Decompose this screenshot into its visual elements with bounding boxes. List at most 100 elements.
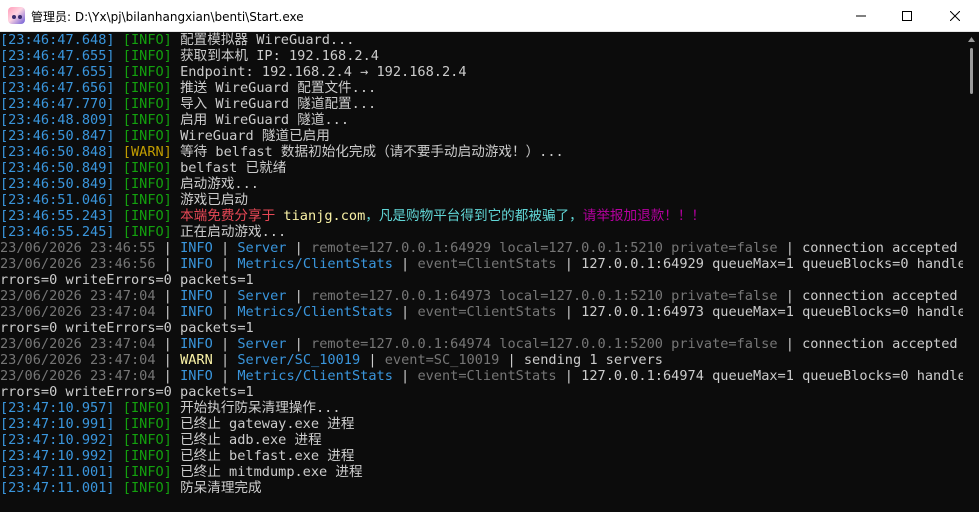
scrollbar-thumb[interactable] [970, 48, 973, 94]
log-level: [INFO] [122, 160, 172, 176]
log-timestamp: [23:46:47.648] [0, 32, 115, 48]
log-timestamp: [23:46:47.655] [0, 48, 115, 64]
server-component: Metrics/ClientStats [237, 304, 393, 320]
server-level: INFO [180, 368, 213, 384]
separator: | [212, 240, 238, 256]
server-log-line: 23/06/2026 23:47:04 | INFO | Server | re… [0, 288, 963, 304]
log-message: 已终止 gateway.exe 进程 [180, 416, 355, 432]
log-timestamp: [23:46:51.046] [0, 192, 115, 208]
log-line: [23:46:50.848] [WARN] 等待 belfast 数据初始化完成… [0, 144, 963, 160]
share-notice: 本端免费分享于 [180, 208, 276, 224]
site-name: tianjg.com [283, 208, 366, 224]
server-detail: event=ClientStats [417, 304, 557, 320]
minimize-button[interactable] [838, 0, 884, 31]
separator: | [556, 256, 582, 272]
server-component: Metrics/ClientStats [237, 368, 393, 384]
log-message: 已终止 belfast.exe 进程 [180, 448, 355, 464]
server-message-continued: rrors=0 writeErrors=0 packets=1 [0, 384, 254, 400]
log-line: [23:47:11.001] [INFO] 已终止 mitmdump.exe 进… [0, 464, 963, 480]
server-log-line: 23/06/2026 23:47:04 | WARN | Server/SC_1… [0, 352, 963, 368]
server-log-continuation: rrors=0 writeErrors=0 packets=1 [0, 272, 963, 288]
server-message: 127.0.0.1:64973 queueMax=1 queueBlocks=0… [581, 304, 963, 320]
log-level: [INFO] [122, 400, 172, 416]
log-timestamp: [23:47:10.991] [0, 416, 115, 432]
log-line: [23:46:47.770] [INFO] 导入 WireGuard 隧道配置.… [0, 96, 963, 112]
separator: | [360, 352, 385, 368]
separator: | [212, 336, 238, 352]
server-log-continuation: rrors=0 writeErrors=0 packets=1 [0, 384, 963, 400]
log-timestamp: [23:47:10.957] [0, 400, 115, 416]
server-message: 127.0.0.1:64929 queueMax=1 queueBlocks=0… [581, 256, 963, 272]
log-timestamp: [23:46:50.848] [0, 144, 115, 160]
console-output[interactable]: [23:46:47.648] [INFO] 配置模拟器 WireGuard...… [0, 32, 963, 512]
server-log-continuation: rrors=0 writeErrors=0 packets=1 [0, 320, 963, 336]
log-line: [23:47:10.992] [INFO] 已终止 adb.exe 进程 [0, 432, 963, 448]
server-timestamp: 23/06/2026 23:47:04 [0, 288, 156, 304]
window-title: 管理员: D:\Yx\pj\bilanhangxian\benti\Start.… [31, 10, 304, 24]
report-notice: 请举报加退款！！！ [582, 208, 706, 224]
minimize-icon [856, 15, 866, 16]
separator: | [499, 352, 524, 368]
server-message-continued: rrors=0 writeErrors=0 packets=1 [0, 320, 254, 336]
separator: | [777, 288, 803, 304]
log-level: [INFO] [122, 224, 172, 240]
fraud-warning: ，凡是购物平台得到它的都被骗了， [365, 208, 583, 224]
separator: | [212, 368, 238, 384]
log-level: [INFO] [122, 112, 172, 128]
server-component: Server [237, 288, 287, 304]
log-line: [23:47:10.992] [INFO] 已终止 belfast.exe 进程 [0, 448, 963, 464]
server-detail: event=ClientStats [417, 368, 557, 384]
server-detail: remote=127.0.0.1:64929 local=127.0.0.1:5… [311, 240, 778, 256]
server-component: Server/SC_10019 [237, 352, 361, 368]
server-component: Metrics/ClientStats [237, 256, 393, 272]
server-log-line: 23/06/2026 23:46:56 | INFO | Metrics/Cli… [0, 256, 963, 272]
scroll-up-icon[interactable] [963, 32, 979, 46]
log-line: [23:47:10.991] [INFO] 已终止 gateway.exe 进程 [0, 416, 963, 432]
log-line: [23:46:50.847] [INFO] WireGuard 隧道已启用 [0, 128, 963, 144]
log-line: [23:46:51.046] [INFO] 游戏已启动 [0, 192, 963, 208]
log-message: WireGuard 隧道已启用 [180, 128, 330, 144]
log-message: 防呆清理完成 [180, 480, 262, 496]
separator: | [286, 288, 312, 304]
log-timestamp: [23:47:10.992] [0, 448, 115, 464]
app-icon[interactable] [8, 7, 25, 24]
server-timestamp: 23/06/2026 23:47:04 [0, 352, 156, 368]
server-level: INFO [180, 256, 213, 272]
log-line: [23:47:10.957] [INFO] 开始执行防呆清理操作... [0, 400, 963, 416]
close-icon [949, 10, 960, 21]
log-timestamp: [23:46:50.849] [0, 176, 115, 192]
log-timestamp: [23:47:11.001] [0, 480, 115, 496]
log-line: [23:46:47.655] [INFO] Endpoint: 192.168.… [0, 64, 963, 80]
log-level: [INFO] [122, 96, 172, 112]
server-timestamp: 23/06/2026 23:46:56 [0, 256, 156, 272]
server-message: sending 1 servers [523, 352, 663, 368]
log-line: [23:46:55.243] [INFO] 本端免费分享于 tianjg.com… [0, 208, 963, 224]
server-message: 127.0.0.1:64974 queueMax=1 queueBlocks=0… [581, 368, 963, 384]
server-level: WARN [180, 352, 213, 368]
server-component: Server [237, 336, 287, 352]
server-timestamp: 23/06/2026 23:47:04 [0, 304, 156, 320]
separator: | [212, 256, 238, 272]
server-message: connection accepted [802, 240, 958, 256]
server-timestamp: 23/06/2026 23:47:04 [0, 368, 156, 384]
log-message: 开始执行防呆清理操作... [180, 400, 341, 416]
title-bar[interactable]: 管理员: D:\Yx\pj\bilanhangxian\benti\Start.… [0, 0, 979, 32]
server-log-line: 23/06/2026 23:47:04 | INFO | Server | re… [0, 336, 963, 352]
log-line: [23:47:11.001] [INFO] 防呆清理完成 [0, 480, 963, 496]
separator: | [556, 304, 582, 320]
log-level: [INFO] [122, 64, 172, 80]
separator: | [155, 240, 181, 256]
log-timestamp: [23:46:55.243] [0, 208, 115, 224]
separator: | [777, 240, 803, 256]
maximize-button[interactable] [884, 0, 930, 31]
console-window: 管理员: D:\Yx\pj\bilanhangxian\benti\Start.… [0, 0, 979, 512]
maximize-icon [902, 10, 912, 21]
close-button[interactable] [930, 0, 979, 31]
log-message: 已终止 adb.exe 进程 [180, 432, 322, 448]
separator: | [155, 368, 181, 384]
vertical-scrollbar[interactable] [963, 32, 979, 512]
log-timestamp: [23:46:47.655] [0, 64, 115, 80]
server-log-line: 23/06/2026 23:46:55 | INFO | Server | re… [0, 240, 963, 256]
separator: | [286, 240, 312, 256]
server-level: INFO [180, 240, 213, 256]
